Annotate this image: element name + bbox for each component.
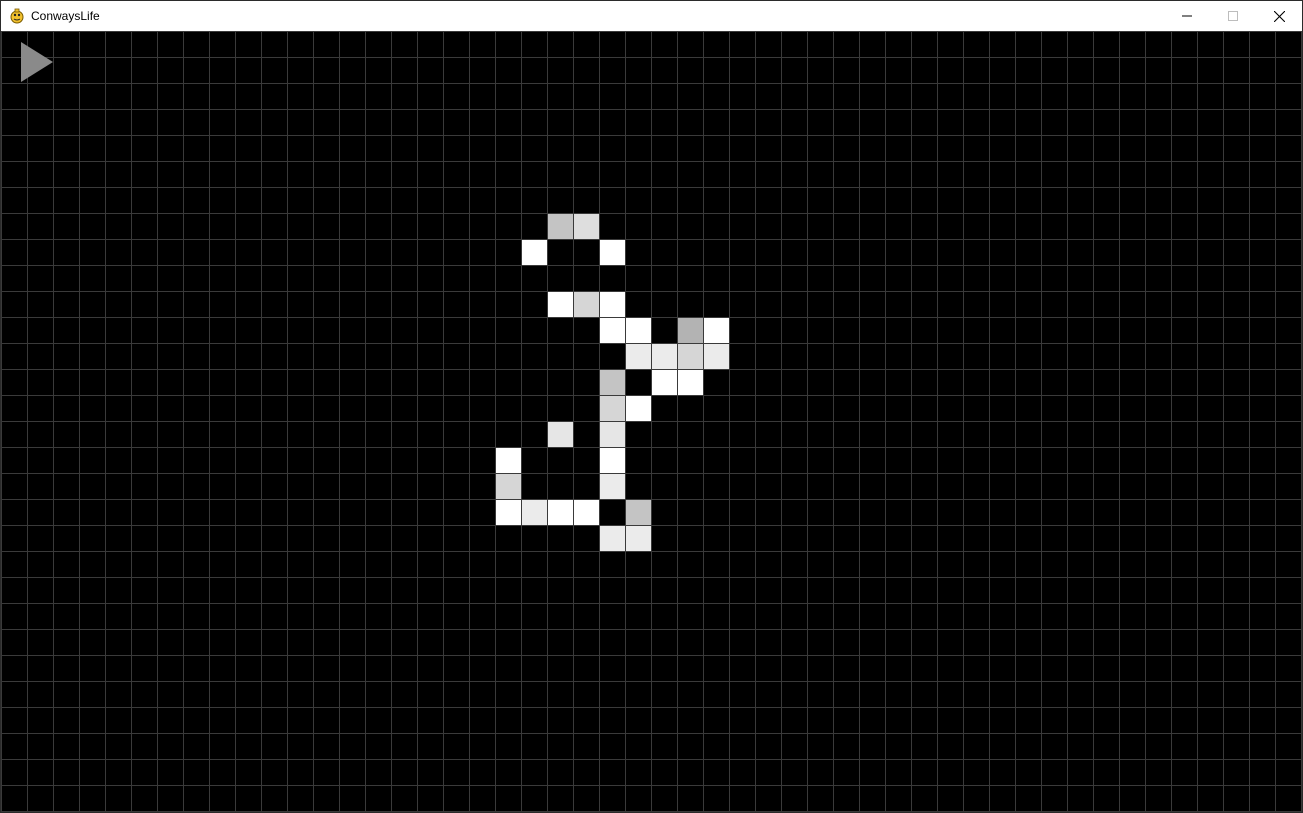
live-cell[interactable] (678, 318, 703, 343)
live-cell[interactable] (626, 318, 651, 343)
live-cell[interactable] (600, 318, 625, 343)
play-icon (19, 41, 55, 83)
live-cell[interactable] (626, 500, 651, 525)
live-cell[interactable] (678, 344, 703, 369)
window-title: ConwaysLife (31, 9, 100, 23)
live-cell[interactable] (600, 448, 625, 473)
live-cell[interactable] (600, 292, 625, 317)
close-icon (1273, 10, 1285, 22)
live-cell[interactable] (522, 240, 547, 265)
live-cell[interactable] (548, 214, 573, 239)
live-cell[interactable] (652, 370, 677, 395)
minimize-icon (1182, 11, 1192, 21)
live-cell[interactable] (704, 318, 729, 343)
title-bar[interactable]: ConwaysLife (1, 1, 1302, 31)
maximize-icon (1228, 11, 1238, 21)
live-cell[interactable] (600, 396, 625, 421)
live-cell[interactable] (574, 214, 599, 239)
live-cell[interactable] (678, 370, 703, 395)
live-cell[interactable] (652, 344, 677, 369)
live-cell[interactable] (600, 474, 625, 499)
live-cell[interactable] (600, 370, 625, 395)
live-cell[interactable] (548, 422, 573, 447)
live-cell[interactable] (522, 500, 547, 525)
life-grid[interactable] (1, 31, 1302, 812)
live-cell[interactable] (626, 396, 651, 421)
live-cell[interactable] (496, 474, 521, 499)
live-cell[interactable] (626, 344, 651, 369)
app-window: ConwaysLife (0, 0, 1303, 813)
grid-canvas[interactable] (1, 31, 1302, 812)
live-cell[interactable] (548, 500, 573, 525)
play-button[interactable] (19, 41, 55, 83)
live-cell[interactable] (600, 526, 625, 551)
minimize-button[interactable] (1164, 1, 1210, 31)
close-button[interactable] (1256, 1, 1302, 31)
pygame-snake-icon (9, 8, 25, 24)
live-cell[interactable] (574, 292, 599, 317)
live-cell[interactable] (704, 344, 729, 369)
live-cell[interactable] (496, 500, 521, 525)
live-cell[interactable] (600, 422, 625, 447)
live-cell[interactable] (548, 292, 573, 317)
live-cell[interactable] (600, 240, 625, 265)
live-cell[interactable] (626, 526, 651, 551)
live-cell[interactable] (574, 500, 599, 525)
window-controls (1164, 1, 1302, 31)
live-cell[interactable] (496, 448, 521, 473)
maximize-button[interactable] (1210, 1, 1256, 31)
